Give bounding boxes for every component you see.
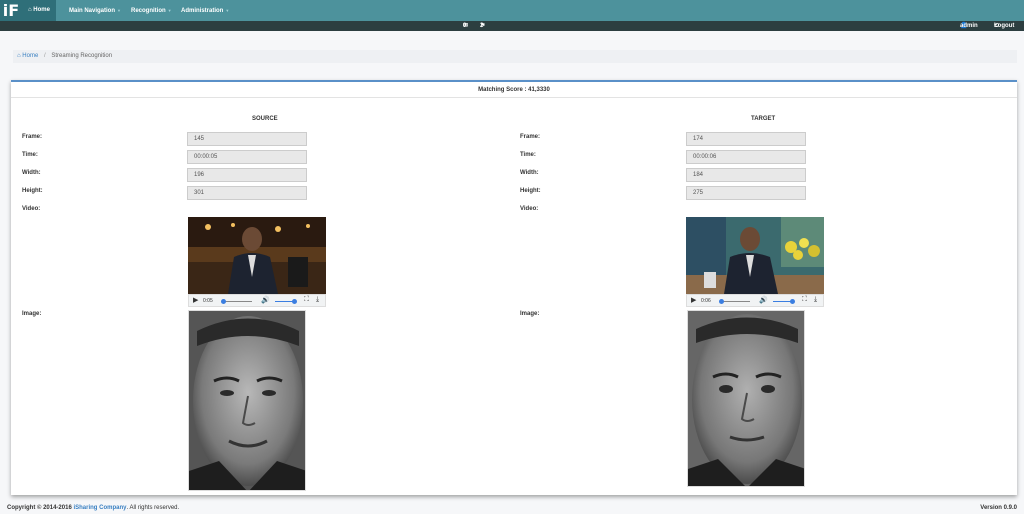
target-frame-label: Frame: [520, 134, 541, 140]
source-video-time: 0:05 [203, 298, 213, 304]
target-progress-track[interactable] [720, 301, 750, 302]
target-video-controls: ▶ 0:06 🔊 ⛶ ⤓ [686, 294, 824, 307]
target-video-frame-image [686, 217, 824, 294]
chevron-down-icon: ▼ [167, 8, 172, 13]
source-width-label: Width: [22, 170, 41, 176]
target-frame-field[interactable]: 174 [686, 132, 806, 146]
target-height-label: Height: [520, 188, 541, 194]
source-video-frame-image [188, 217, 326, 294]
target-video-label: Video: [520, 206, 539, 212]
fullscreen-icon[interactable]: ⛶ [304, 296, 309, 304]
breadcrumb-current: Streaming Recognition [51, 53, 113, 59]
target-width-field[interactable]: 184 [686, 168, 806, 182]
source-video[interactable] [188, 217, 326, 294]
source-frame-field[interactable]: 145 [187, 132, 307, 146]
matching-score: Matching Score : 41,3330 [11, 82, 1017, 98]
download-icon[interactable]: ⤓ [316, 296, 319, 304]
source-video-controls: ▶ 0:05 🔊 ⛶ ⤓ [188, 294, 326, 307]
target-title: TARGET [751, 116, 776, 122]
messages-count: 0 [463, 23, 467, 29]
target-height-field[interactable]: 275 [686, 186, 806, 200]
target-time-label: Time: [520, 152, 536, 158]
nav-administration-label: Administration [181, 8, 224, 14]
download-icon[interactable]: ⤓ [814, 296, 817, 304]
top-navbar: iF ⌂ Home Main Navigation ▼ Recognition ▼ … [0, 0, 1024, 21]
breadcrumb-separator: / [43, 53, 46, 59]
target-image-label: Image: [520, 311, 540, 317]
source-height-label: Height: [22, 188, 43, 194]
source-frame-label: Frame: [22, 134, 43, 140]
target-video[interactable] [686, 217, 824, 294]
target-volume-knob[interactable] [790, 299, 795, 304]
target-face-image [687, 310, 805, 487]
source-progress-knob[interactable] [221, 299, 226, 304]
source-title: SOURCE [252, 116, 278, 122]
source-progress-track[interactable] [222, 301, 252, 302]
footer: Copyright © 2014-2016 iSharing Company. … [0, 503, 1024, 514]
source-height-field[interactable]: 301 [187, 186, 307, 200]
breadcrumb-home-label: Home [22, 53, 39, 59]
version-text: Version 0.9.0 [980, 505, 1017, 511]
chevron-down-icon: ▼ [117, 8, 121, 13]
target-time-field[interactable]: 00:00:06 [686, 150, 806, 164]
nav-recognition-label: Recognition [131, 8, 166, 14]
target-width-label: Width: [520, 170, 539, 176]
home-icon: ⌂ [28, 7, 32, 13]
source-image-label: Image: [22, 311, 42, 317]
source-face-graphic [189, 311, 305, 490]
target-face-graphic [688, 311, 804, 486]
source-video-label: Video: [22, 206, 41, 212]
user-name: admin [960, 23, 978, 29]
nav-main-navigation[interactable]: Main Navigation ▼ [63, 0, 127, 21]
nav-administration[interactable]: Administration ▼ [175, 0, 235, 21]
copyright-text: Copyright © 2014-2016 [7, 505, 72, 511]
footer-copyright: Copyright © 2014-2016 iSharing Company. … [7, 505, 179, 511]
target-progress-knob[interactable] [719, 299, 724, 304]
volume-icon[interactable]: 🔊 [261, 296, 270, 304]
source-width-field[interactable]: 196 [187, 168, 307, 182]
source-time-label: Time: [22, 152, 38, 158]
fullscreen-icon[interactable]: ⛶ [802, 296, 807, 304]
volume-icon[interactable]: 🔊 [759, 296, 768, 304]
logout-label: Logout [994, 23, 1015, 29]
source-face-image [188, 310, 306, 491]
play-icon[interactable]: ▶ [691, 296, 696, 304]
nav-home-label: Home [33, 7, 50, 13]
status-bar: ✉ 0 ⚑ 2 👤 admin ⟲ Logout [0, 21, 1024, 31]
nav-main-navigation-label: Main Navigation [69, 8, 116, 14]
source-volume-knob[interactable] [292, 299, 297, 304]
rights-text: . All rights reserved. [126, 505, 180, 511]
chevron-down-icon: ▼ [225, 8, 230, 13]
nav-home[interactable]: ⌂ Home [22, 0, 56, 21]
breadcrumb: ⌂ Home / Streaming Recognition [13, 50, 1017, 63]
alerts-count: 2 [480, 23, 484, 29]
app-logo[interactable]: iF [0, 0, 22, 21]
target-video-time: 0:06 [701, 298, 711, 304]
breadcrumb-home[interactable]: ⌂ Home [17, 53, 40, 59]
home-icon: ⌂ [17, 53, 21, 59]
play-icon[interactable]: ▶ [193, 296, 198, 304]
comparison-panel: Matching Score : 41,3330 SOURCE Frame: 1… [11, 80, 1017, 495]
source-time-field[interactable]: 00:00:05 [187, 150, 307, 164]
company-link[interactable]: iSharing Company [73, 505, 126, 511]
nav-recognition[interactable]: Recognition ▼ [125, 0, 178, 21]
